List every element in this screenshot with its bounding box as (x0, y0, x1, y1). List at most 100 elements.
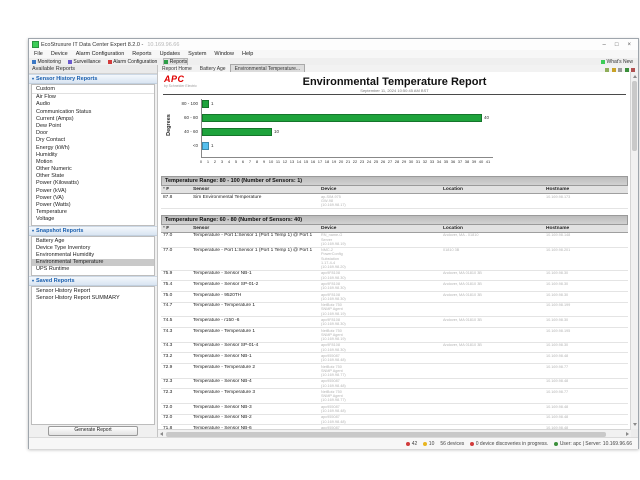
cell-hostname: 10.169.98.30 (544, 343, 628, 353)
close-button[interactable]: × (627, 42, 631, 48)
cell-temperature: 72.0 (161, 404, 191, 414)
sidebar-item-other-numeric[interactable]: Other Numeric (32, 166, 154, 173)
sidebar-item-environmental-temperature[interactable]: Environmental Temperature (32, 259, 154, 266)
sidebar-item-door[interactable]: Door (32, 130, 154, 137)
cell-location (441, 328, 544, 342)
cell-sensor: Temperature - Sensor SP-01-2 (191, 281, 319, 291)
sidebar-item-battery-age[interactable]: Battery Age (32, 238, 154, 245)
sidebar-item-power-va[interactable]: Power (VA) (32, 195, 154, 202)
menu-system[interactable]: System (188, 51, 206, 57)
scroll-down-icon[interactable] (633, 423, 637, 426)
sidebar-item-audio[interactable]: Audio (32, 101, 154, 108)
tab-report-home[interactable]: Report Home (158, 65, 196, 72)
x-axis-line (201, 157, 493, 158)
generate-report-button[interactable]: Generate Report (48, 426, 138, 436)
x-tick-label: 41 (484, 159, 492, 164)
tab-battery-age[interactable]: Battery Age (196, 65, 230, 72)
cell-device: NetBotz 750SNMP Agent(10.169.98.77) (319, 364, 441, 378)
whats-new-label: What's New (606, 59, 633, 65)
sidebar-item-custom[interactable]: Custom (32, 86, 154, 94)
cell-device: apc955087(10.169.98.48) (319, 415, 441, 425)
perspective-alarm-configuration[interactable]: Alarm Configuration (108, 59, 158, 65)
horizontal-scroll-thumb[interactable] (166, 432, 606, 437)
sidebar-item-power-watts[interactable]: Power (Watts) (32, 202, 154, 209)
app-icon (32, 41, 39, 48)
report-section: Temperature Range: 60 - 80 (Number of Se… (161, 215, 628, 429)
sidebar-item-energy-kwh[interactable]: Energy (kWh) (32, 145, 154, 152)
report-tabs: Report HomeBattery AgeEnvironmental Temp… (158, 64, 305, 72)
menu-updates[interactable]: Updates (160, 51, 181, 57)
perspective-monitoring[interactable]: Monitoring (32, 59, 61, 65)
minimize-button[interactable]: – (603, 42, 606, 48)
cell-sensor: Temperature - r150 -6 (191, 317, 319, 327)
vertical-scroll-thumb[interactable] (632, 81, 637, 151)
status-text: User: apc | Server: 10.169.96.66 (560, 441, 632, 447)
menu-alarm-configuration[interactable]: Alarm Configuration (76, 51, 125, 57)
cell-sensor: Temperature - Temperature 1 (191, 303, 319, 317)
scroll-left-icon[interactable] (160, 432, 163, 436)
whats-new-link[interactable]: What's New (601, 59, 635, 65)
table-header-row: ° FSensorDeviceLocationHostname (161, 186, 628, 194)
menu-file[interactable]: File (34, 51, 43, 57)
sidebar-item-dry-contact[interactable]: Dry Contact (32, 137, 154, 144)
collapse-icon: ▾ (32, 75, 34, 83)
maximize-button[interactable]: □ (615, 42, 619, 48)
status-text: 56 devices (440, 441, 464, 447)
cell-hostname: 10.169.98.30 (544, 281, 628, 291)
sidebar-item-device-type-inventory[interactable]: Device Type Inventory (32, 245, 154, 252)
report-section: Temperature Range: 80 - 100 (Number of S… (161, 176, 628, 209)
sidebar-item-sensor-history-report[interactable]: Sensor History Report (32, 288, 154, 295)
cell-temperature: 75.9 (161, 271, 191, 281)
sidebar-item-sensor-history-report-summary[interactable]: Sensor History Report SUMMARY (32, 295, 154, 302)
perspective-surveillance[interactable]: Surveillance (68, 59, 101, 65)
cell-sensor: Temperature - Sensor NB-1 (191, 271, 319, 281)
sidebar-item-current-amps[interactable]: Current (Amps) (32, 116, 154, 123)
table-row: 72.3Temperature - Sensor NB-4apc955087(1… (161, 379, 628, 390)
menu-help[interactable]: Help (242, 51, 253, 57)
sidebar-item-voltage[interactable]: Voltage (32, 216, 154, 223)
sidebar-item-motion[interactable]: Motion (32, 159, 154, 166)
sidebar-item-dew-point[interactable]: Dew Point (32, 123, 154, 130)
window-controls: – □ × (603, 42, 635, 48)
section-header-snapshot-reports[interactable]: ▾Snapshot Reports (29, 226, 157, 236)
sidebar-item-communication-status[interactable]: Communication Status (32, 109, 154, 116)
cell-temperature: 72.3 (161, 379, 191, 389)
cell-device: NMC-2PowerConfigSubstation1.17-4-4(10.16… (319, 248, 441, 270)
vertical-scrollbar[interactable] (630, 72, 638, 429)
report-list-snapshot-reports: Battery AgeDevice Type InventoryEnvironm… (31, 236, 155, 276)
table-row: 72.3Temperature - Temperature 3NetBotz 7… (161, 389, 628, 404)
scroll-right-icon[interactable] (626, 432, 629, 436)
sidebar-item-power-kva[interactable]: Power (kVA) (32, 188, 154, 195)
report-date: September 11, 2024 10:50:45 AM BST (158, 88, 631, 93)
sidebar-item-air-flow[interactable]: Air Flow (32, 94, 154, 101)
cell-location: 01810 3B (441, 248, 544, 270)
sidebar-item-environmental-humidity[interactable]: Environmental Humidity (32, 252, 154, 259)
menu-window[interactable]: Window (214, 51, 234, 57)
column-header-sensor: Sensor (191, 186, 319, 193)
sidebar-item-other-state[interactable]: Other State (32, 173, 154, 180)
cell-device: NetBotz 750SNMP Agent(10.169.98.77) (319, 389, 441, 403)
cell-hostname: 10.169.98.201 (544, 248, 628, 270)
cell-location (441, 364, 544, 378)
section-title: Temperature Range: 80 - 100 (Number of S… (161, 176, 628, 186)
table-row: 72.9Temperature - Temperature 2NetBotz 7… (161, 364, 628, 379)
sidebar-item-ups-runtime[interactable]: UPS Runtime (32, 266, 154, 273)
cell-location (441, 353, 544, 363)
section-header-saved-reports[interactable]: ▾Saved Reports (29, 276, 157, 286)
status-text: 0 device discoveries in progress. (476, 441, 549, 447)
menu-device[interactable]: Device (51, 51, 68, 57)
section-header-sensor-history-reports[interactable]: ▾Sensor History Reports (29, 74, 157, 84)
menu-reports[interactable]: Reports (132, 51, 151, 57)
chart-bar-value: 1 (211, 100, 214, 108)
scroll-up-icon[interactable] (633, 75, 637, 78)
cell-sensor: Temperature - Sensor NB-3 (191, 404, 319, 414)
cell-sensor: Temperature - Port 1:Sensor 1 (Port 1 Te… (191, 248, 319, 270)
sidebar-item-humidity[interactable]: Humidity (32, 152, 154, 159)
sidebar-item-power-kilowatts[interactable]: Power (Kilowatts) (32, 180, 154, 187)
cell-temperature: 74.7 (161, 303, 191, 317)
tab-environmental-temperature[interactable]: Environmental Temperature... (230, 64, 306, 72)
window-title-server: 10.169.96.66 (147, 42, 179, 48)
column-header-f: ° F (161, 186, 191, 193)
sidebar-item-temperature[interactable]: Temperature (32, 209, 154, 216)
window-title: EcoStruxure IT Data Center Expert 8.2.0 … (41, 42, 143, 48)
